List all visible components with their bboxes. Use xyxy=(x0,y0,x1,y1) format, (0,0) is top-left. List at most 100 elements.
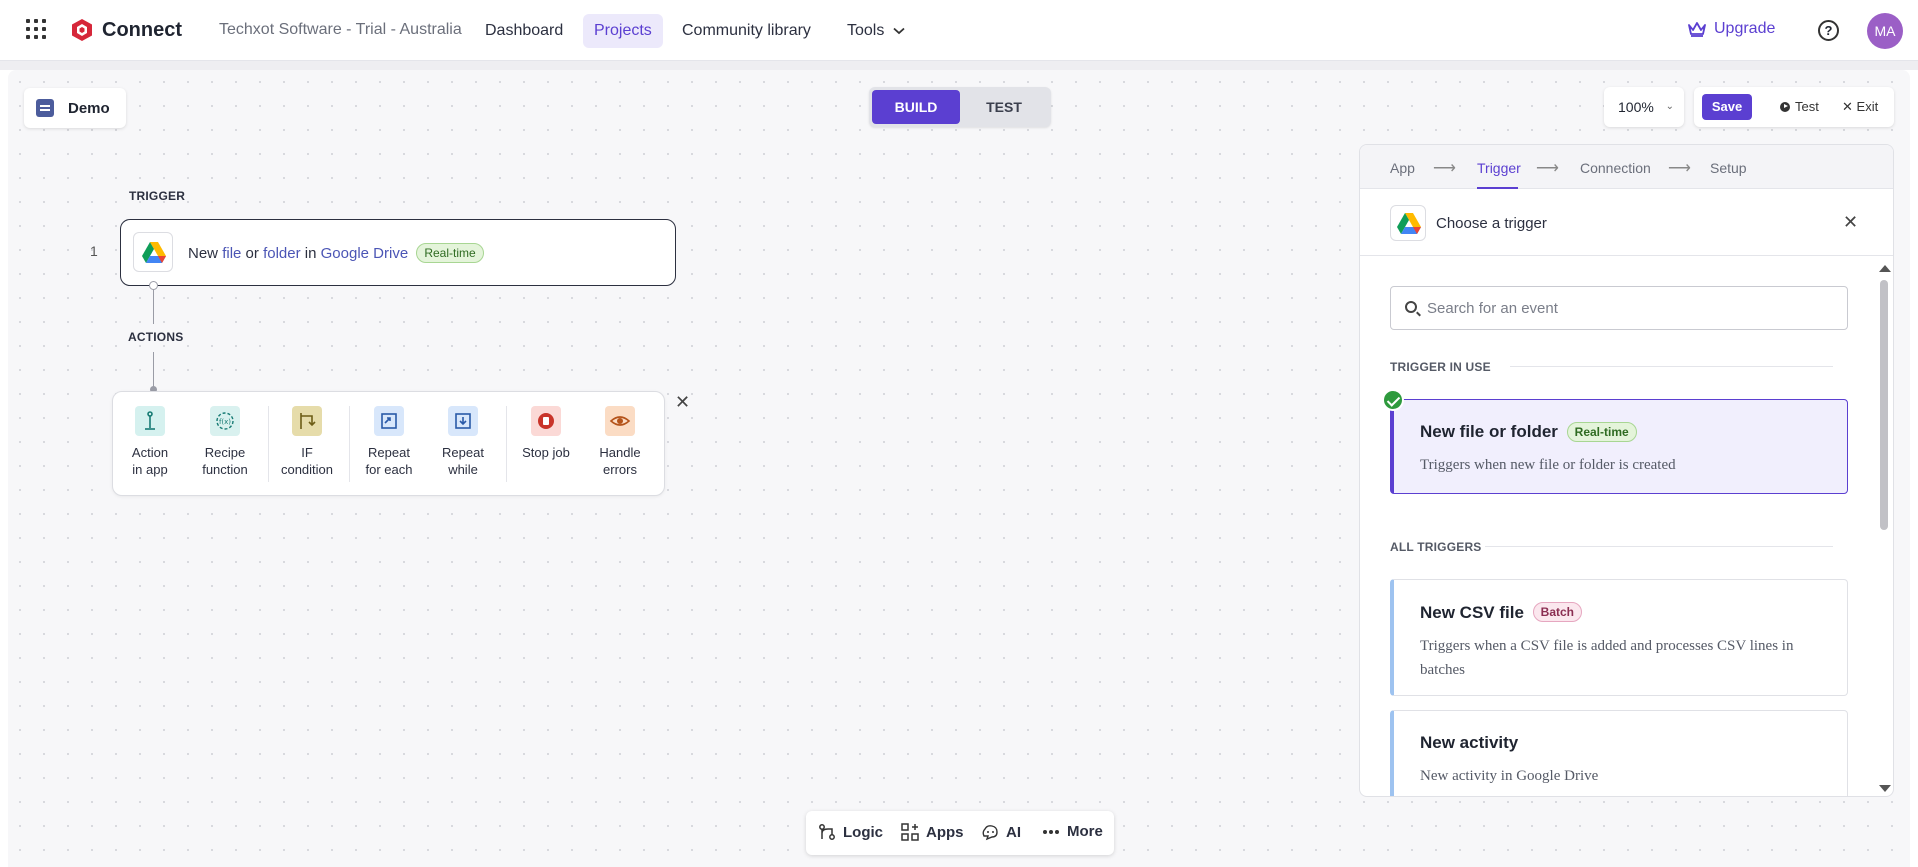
option-label: Recipe xyxy=(204,445,246,460)
close-panel-icon[interactable]: ✕ xyxy=(1843,213,1858,231)
trigger-card-in-use[interactable]: New file or folder Real-time Triggers wh… xyxy=(1390,399,1848,494)
repeat-while-icon xyxy=(448,406,478,436)
apps-label: Apps xyxy=(926,823,964,841)
scroll-thumb[interactable] xyxy=(1880,280,1888,530)
stop-job-icon xyxy=(531,406,561,436)
test-recipe-button[interactable]: Test xyxy=(1780,99,1819,114)
action-in-app-option[interactable]: Action in app xyxy=(115,406,185,478)
all-triggers-label: ALL TRIGGERS xyxy=(1390,540,1482,554)
stop-job-option[interactable]: Stop job xyxy=(511,406,581,461)
connector-line xyxy=(153,290,154,324)
handle-errors-option[interactable]: Handle errors xyxy=(585,406,655,478)
trigger-description: New activity in Google Drive xyxy=(1420,768,1599,784)
logic-icon xyxy=(819,824,835,840)
zoom-select[interactable]: 100% ⌄ xyxy=(1604,87,1684,127)
exit-button[interactable]: ✕ Exit xyxy=(1842,99,1878,115)
workspace-name[interactable]: Techxot Software - Trial - Australia xyxy=(219,21,462,39)
chevron-down-icon: ⌄ xyxy=(1665,101,1674,112)
repeat-while-option[interactable]: Repeat while xyxy=(428,406,498,478)
trigger-app-name[interactable]: Google Drive xyxy=(321,245,409,262)
trigger-step[interactable]: New file or folder in Google Drive Real-… xyxy=(120,219,676,286)
option-label: IF xyxy=(301,445,313,460)
trigger-word-or: or xyxy=(245,245,259,262)
recipe-function-icon: f(x) xyxy=(210,406,240,436)
option-label: errors xyxy=(603,462,637,477)
step-number: 1 xyxy=(90,243,98,259)
divider xyxy=(1485,546,1833,547)
option-label: Handle xyxy=(599,445,641,460)
svg-text:f(x): f(x) xyxy=(219,418,231,426)
close-picker-icon[interactable]: ✕ xyxy=(675,393,690,411)
trigger-in-use-label: TRIGGER IN USE xyxy=(1390,360,1491,374)
recipe-name-chip[interactable]: Demo xyxy=(24,88,126,128)
nav-tools[interactable]: Tools xyxy=(836,14,916,48)
user-avatar[interactable]: MA xyxy=(1867,13,1903,49)
close-icon: ✕ xyxy=(1842,99,1853,114)
divider xyxy=(506,406,507,482)
scroll-up-icon[interactable] xyxy=(1879,265,1891,272)
realtime-badge: Real-time xyxy=(1566,422,1637,442)
option-label: in app xyxy=(132,462,168,477)
search-input[interactable] xyxy=(1427,297,1827,319)
save-button[interactable]: Save xyxy=(1702,94,1752,120)
play-icon xyxy=(1780,101,1790,112)
upgrade-label: Upgrade xyxy=(1714,20,1776,37)
option-label: function xyxy=(202,462,248,477)
action-type-picker: Action in app f(x) Recipe function IF co… xyxy=(112,391,665,496)
more-button[interactable]: More xyxy=(1042,823,1103,840)
ai-icon xyxy=(982,825,998,841)
ai-label: AI xyxy=(1006,823,1021,841)
trigger-word-new: New xyxy=(188,245,219,262)
wizard-step-trigger[interactable]: Trigger xyxy=(1477,160,1521,176)
trigger-card[interactable]: New activity New activity in Google Driv… xyxy=(1390,710,1848,796)
trigger-title: New activity xyxy=(1420,733,1519,752)
trigger-field-file[interactable]: file xyxy=(222,245,241,262)
arrow-right-icon: ⟶ xyxy=(1668,160,1691,177)
if-condition-option[interactable]: IF condition xyxy=(272,406,342,478)
test-mode-button[interactable]: TEST xyxy=(960,90,1048,124)
top-navigation: Connect Techxot Software - Trial - Austr… xyxy=(0,0,1918,61)
option-label: Repeat xyxy=(368,445,410,460)
build-mode-button[interactable]: BUILD xyxy=(872,90,960,124)
repeat-for-each-option[interactable]: Repeat for each xyxy=(354,406,424,478)
wizard-step-app[interactable]: App xyxy=(1390,160,1415,176)
nav-dashboard[interactable]: Dashboard xyxy=(474,14,574,48)
divider xyxy=(349,406,350,482)
recipe-actions: Save Test ✕ Exit xyxy=(1694,87,1894,127)
trigger-card-title: New CSV file Batch xyxy=(1420,602,1823,623)
actions-section-label: ACTIONS xyxy=(128,330,184,344)
logic-button[interactable]: Logic xyxy=(818,823,883,841)
app-launcher-icon[interactable] xyxy=(26,19,48,41)
search-icon xyxy=(1405,301,1417,313)
exit-label: Exit xyxy=(1856,99,1879,114)
trigger-field-folder[interactable]: folder xyxy=(263,245,301,262)
apps-button[interactable]: Apps xyxy=(901,823,964,841)
upgrade-button[interactable]: Upgrade xyxy=(1688,20,1775,38)
wizard-step-connection[interactable]: Connection xyxy=(1580,160,1651,176)
help-icon[interactable]: ? xyxy=(1818,20,1839,41)
brand-logo-icon[interactable] xyxy=(70,18,94,42)
canvas-frame xyxy=(0,61,1918,70)
test-recipe-label: Test xyxy=(1795,99,1819,114)
trigger-card[interactable]: New CSV file Batch Triggers when a CSV f… xyxy=(1390,579,1848,696)
recipe-name: Demo xyxy=(68,99,110,117)
option-label: Action xyxy=(131,445,169,460)
ai-button[interactable]: AI xyxy=(981,823,1021,841)
panel-scrollbar[interactable] xyxy=(1875,255,1891,796)
wizard-step-setup[interactable]: Setup xyxy=(1710,160,1747,176)
nav-projects[interactable]: Projects xyxy=(583,14,663,48)
handle-errors-icon xyxy=(605,406,635,436)
event-search[interactable] xyxy=(1390,286,1848,330)
brand-name[interactable]: Connect xyxy=(102,19,182,42)
scroll-down-icon[interactable] xyxy=(1879,785,1891,792)
trigger-config-panel: App ⟶ Trigger ⟶ Connection ⟶ Setup Choos… xyxy=(1359,144,1894,797)
more-horizontal-icon xyxy=(1043,829,1059,834)
recipe-function-option[interactable]: f(x) Recipe function xyxy=(190,406,260,478)
option-label: while xyxy=(448,462,478,477)
apps-icon xyxy=(901,823,919,841)
build-test-toggle: BUILD TEST xyxy=(869,87,1051,127)
zoom-level: 100% xyxy=(1618,99,1654,115)
trigger-description: Triggers when a CSV file is added and pr… xyxy=(1420,638,1794,678)
arrow-right-icon: ⟶ xyxy=(1536,160,1559,177)
nav-community-library[interactable]: Community library xyxy=(671,14,822,48)
